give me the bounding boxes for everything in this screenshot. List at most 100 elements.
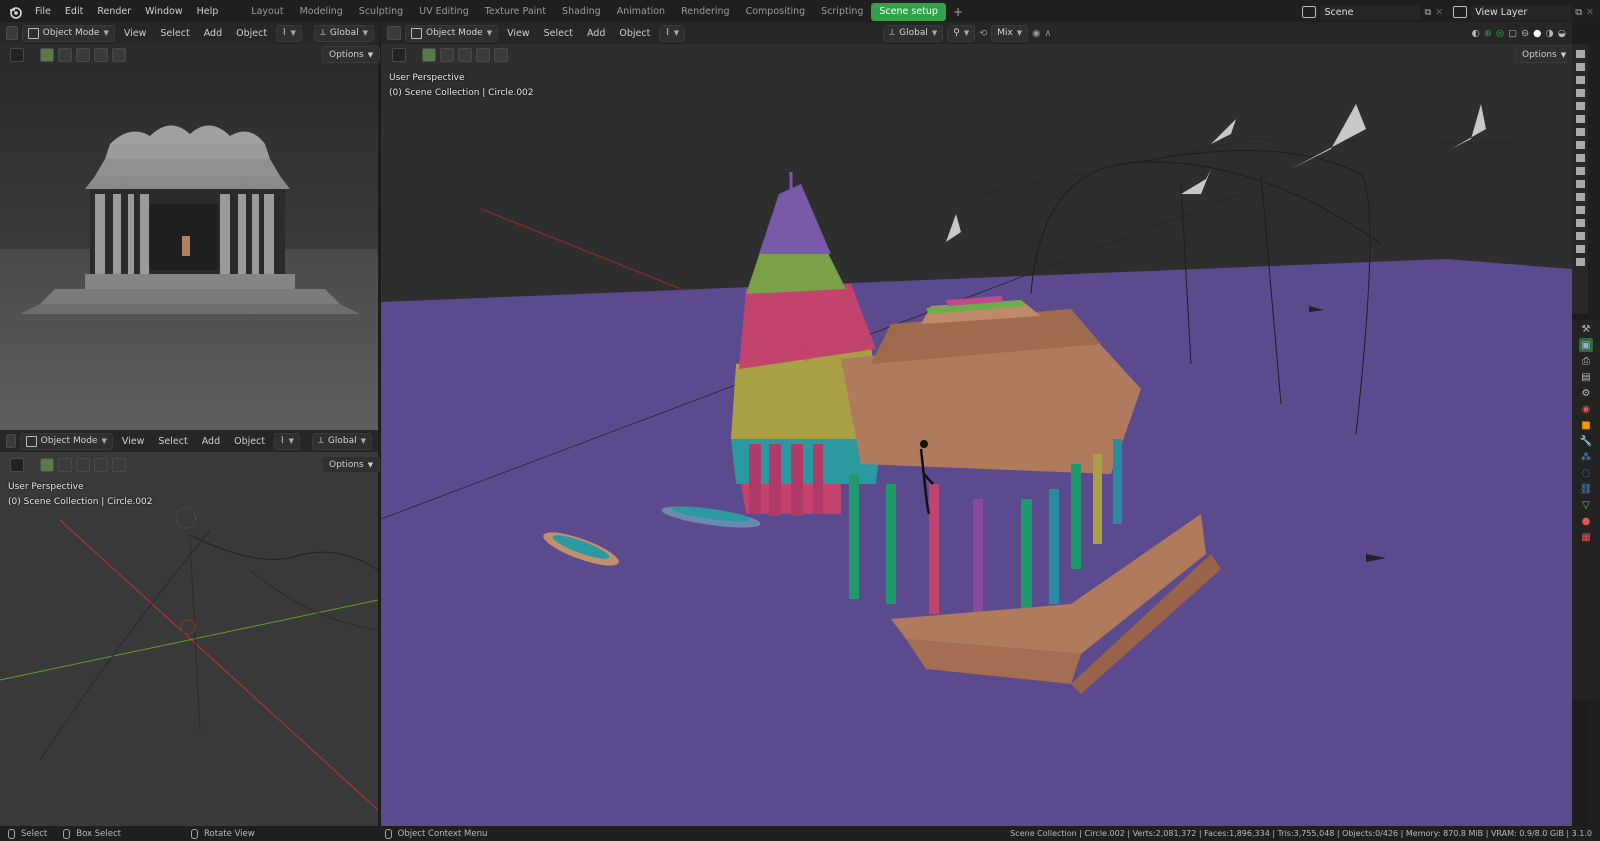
particles-properties-icon[interactable]: ⁂ <box>1579 450 1593 464</box>
solid-shading-icon[interactable]: ● <box>1533 28 1541 39</box>
gizmo-icon[interactable]: ⊕ <box>1484 28 1492 39</box>
select-mode-intersect-icon-main[interactable] <box>494 48 508 62</box>
camera-restrict-icon[interactable] <box>1575 102 1585 110</box>
camera-restrict-icon[interactable] <box>1575 167 1585 175</box>
visibility-icon[interactable]: ◐ <box>1472 28 1480 39</box>
overlay-icon[interactable]: ◎ <box>1496 28 1504 39</box>
camera-restrict-icon[interactable] <box>1575 63 1585 71</box>
camera-restrict-icon[interactable] <box>1575 115 1585 123</box>
menu-object[interactable]: Object <box>231 28 272 39</box>
tool-properties-icon[interactable]: ⚒ <box>1579 322 1593 336</box>
menu-view[interactable]: View <box>119 28 152 39</box>
snap-dropdown[interactable]: ⚲ ▼ <box>947 24 976 42</box>
falloff-icon[interactable]: ∧ <box>1044 28 1051 39</box>
scene-properties-icon[interactable]: ⚙ <box>1579 386 1593 400</box>
select-mode-new-icon[interactable] <box>40 48 54 62</box>
blender-logo-icon[interactable] <box>8 5 22 19</box>
menu-select[interactable]: Select <box>155 28 194 39</box>
transform-pivot-dropdown-2[interactable]: ⌇ ▼ <box>274 432 300 450</box>
object-mode-dropdown[interactable]: Object Mode ▼ <box>21 24 115 42</box>
camera-restrict-icon[interactable] <box>1575 76 1585 84</box>
tab-layout[interactable]: Layout <box>243 3 291 21</box>
menu-add-main[interactable]: Add <box>582 28 610 39</box>
tab-scene-setup[interactable]: Scene setup <box>871 3 946 21</box>
select-mode-intersect-icon[interactable] <box>112 48 126 62</box>
camera-viewport[interactable] <box>0 44 378 430</box>
menu-add[interactable]: Add <box>199 28 227 39</box>
view-layer-icon[interactable] <box>1453 6 1468 18</box>
menu-file[interactable]: File <box>28 0 58 24</box>
editor-type-icon-2[interactable] <box>6 434 16 448</box>
tab-compositing[interactable]: Compositing <box>738 3 814 21</box>
main-viewport[interactable] <box>381 44 1572 826</box>
modifier-properties-icon[interactable]: 🔧 <box>1579 434 1593 448</box>
object-mode-dropdown-main[interactable]: Object Mode ▼ <box>405 24 499 42</box>
select-mode-invert-icon-2[interactable] <box>94 458 108 472</box>
editor-type-icon[interactable] <box>6 26 18 40</box>
transform-pivot-dropdown-main[interactable]: ⌇ ▼ <box>659 24 686 42</box>
copy-view-layer-icon[interactable]: ⧉ <box>1575 7 1582 18</box>
texture-properties-icon[interactable]: ▦ <box>1579 530 1593 544</box>
orientation-dropdown[interactable]: ⟂ Global ▼ <box>313 24 374 42</box>
menu-object-2[interactable]: Object <box>229 436 270 447</box>
camera-restrict-icon[interactable] <box>1575 128 1585 136</box>
select-mode-new-icon-2[interactable] <box>40 458 54 472</box>
object-properties-icon[interactable]: ■ <box>1579 418 1593 432</box>
select-mode-subtract-icon[interactable] <box>76 48 90 62</box>
camera-restrict-icon[interactable] <box>1575 154 1585 162</box>
select-tool-icon[interactable] <box>10 48 24 62</box>
constraints-properties-icon[interactable]: ⛓ <box>1579 482 1593 496</box>
menu-help[interactable]: Help <box>190 0 226 24</box>
add-workspace-button[interactable]: + <box>946 0 970 24</box>
menu-select-main[interactable]: Select <box>539 28 578 39</box>
data-properties-icon[interactable]: ▽ <box>1579 498 1593 512</box>
select-mode-subtract-icon-main[interactable] <box>458 48 472 62</box>
material-properties-icon[interactable]: ● <box>1579 514 1593 528</box>
view-layer-name[interactable]: View Layer <box>1471 4 1572 20</box>
camera-restrict-icon[interactable] <box>1575 232 1585 240</box>
select-mode-extend-icon-2[interactable] <box>58 458 72 472</box>
menu-select-2[interactable]: Select <box>153 436 192 447</box>
select-mode-intersect-icon-2[interactable] <box>112 458 126 472</box>
world-properties-icon[interactable]: ◉ <box>1579 402 1593 416</box>
snap-icon[interactable]: ⟲ <box>979 28 987 39</box>
camera-restrict-icon[interactable] <box>1575 89 1585 97</box>
camera-restrict-icon[interactable] <box>1575 141 1585 149</box>
scene-icon[interactable] <box>1302 6 1317 18</box>
menu-edit[interactable]: Edit <box>58 0 90 24</box>
select-mode-invert-icon[interactable] <box>94 48 108 62</box>
menu-render[interactable]: Render <box>90 0 138 24</box>
pivot-mix-dropdown[interactable]: Mix ▼ <box>991 24 1029 42</box>
select-mode-new-icon-main[interactable] <box>422 48 436 62</box>
select-tool-icon-main[interactable] <box>392 48 406 62</box>
camera-restrict-icon[interactable] <box>1575 206 1585 214</box>
remove-view-layer-icon[interactable]: ✕ <box>1586 7 1594 18</box>
transform-pivot-dropdown[interactable]: ⌇ ▼ <box>276 24 302 42</box>
camera-restrict-icon[interactable] <box>1575 180 1585 188</box>
menu-window[interactable]: Window <box>138 0 189 24</box>
options-button-top-left[interactable]: Options ▼ <box>322 46 381 63</box>
scene-name[interactable]: Scene <box>1320 4 1421 20</box>
tab-texture-paint[interactable]: Texture Paint <box>477 3 554 21</box>
camera-restrict-icon[interactable] <box>1575 50 1585 58</box>
render-properties-icon[interactable]: ▣ <box>1579 338 1593 352</box>
tab-rendering[interactable]: Rendering <box>673 3 738 21</box>
menu-view-main[interactable]: View <box>502 28 535 39</box>
select-mode-extend-icon-main[interactable] <box>440 48 454 62</box>
tab-shading[interactable]: Shading <box>554 3 609 21</box>
tab-scripting[interactable]: Scripting <box>813 3 871 21</box>
select-mode-extend-icon[interactable] <box>58 48 72 62</box>
view-layer-properties-icon[interactable]: ▤ <box>1579 370 1593 384</box>
menu-view-2[interactable]: View <box>117 436 150 447</box>
camera-restrict-icon[interactable] <box>1575 193 1585 201</box>
output-properties-icon[interactable]: ⎙ <box>1579 354 1593 368</box>
remove-scene-icon[interactable]: ✕ <box>1435 7 1443 18</box>
tab-animation[interactable]: Animation <box>609 3 673 21</box>
editor-type-icon-main[interactable] <box>387 26 401 40</box>
tab-modeling[interactable]: Modeling <box>292 3 351 21</box>
options-button-main[interactable]: Options ▼ <box>1515 46 1574 63</box>
orientation-dropdown-2[interactable]: ⟂ Global ▼ <box>311 432 372 450</box>
xray-icon[interactable]: ▢ <box>1508 28 1517 39</box>
select-mode-subtract-icon-2[interactable] <box>76 458 90 472</box>
wireframe-shading-icon[interactable]: ⊖ <box>1521 28 1529 39</box>
